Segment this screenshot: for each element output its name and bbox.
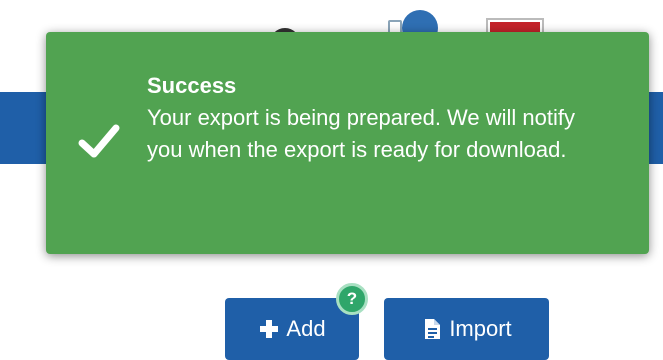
toast-body: Success Your export is being prepared. W… [147, 70, 607, 166]
add-button-label: Add [286, 316, 326, 341]
help-badge[interactable]: ? [336, 283, 368, 315]
import-button[interactable]: Import [384, 298, 549, 360]
toast-message: Your export is being prepared. We will n… [147, 105, 576, 162]
import-button-label: Import [449, 316, 512, 341]
success-toast[interactable]: Success Your export is being prepared. W… [46, 32, 649, 254]
file-icon [425, 319, 441, 339]
toast-title: Success [147, 73, 237, 98]
checkmark-icon [78, 124, 120, 158]
app-viewport: Success Your export is being prepared. W… [0, 0, 663, 360]
plus-icon [260, 320, 279, 338]
